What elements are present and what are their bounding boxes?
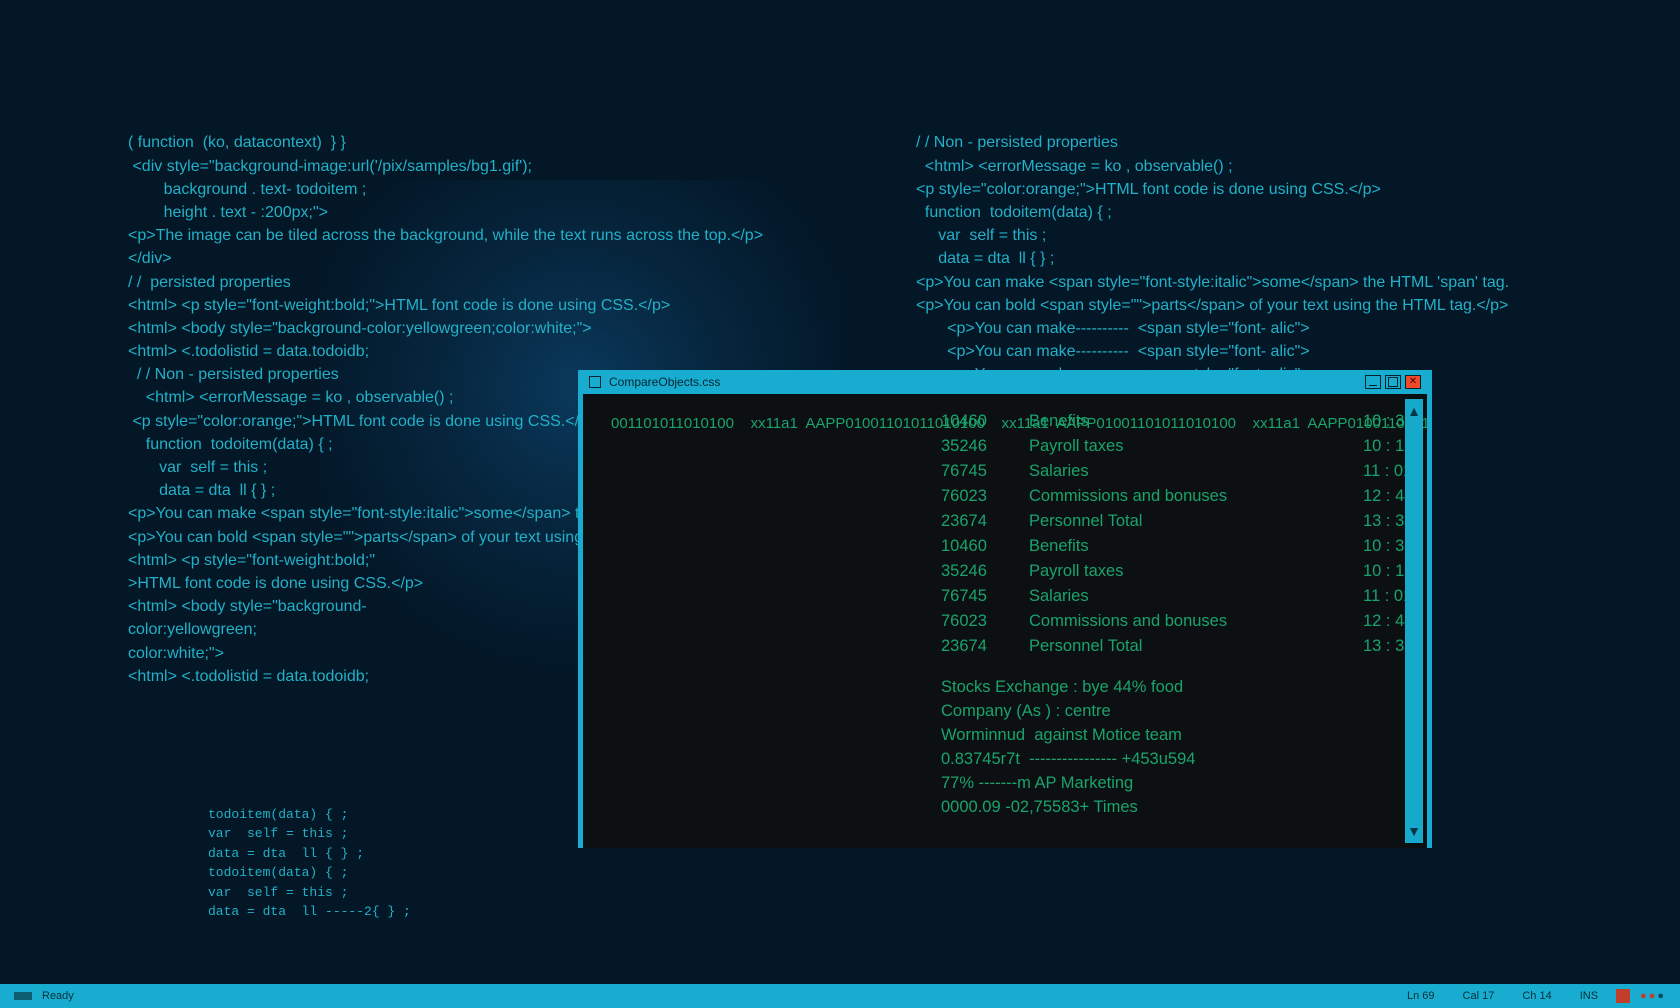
- code-line: height . text - :200px;">: [128, 201, 878, 224]
- status-ready-text: Ready: [42, 990, 74, 1002]
- ledger-row: 10460Benefits10 : 37NSA: [941, 537, 1427, 556]
- scroll-down-icon[interactable]: ▼: [1407, 819, 1421, 843]
- binary-dump-column: 001101011010100 xx11a1 AAPP0100110101101…: [611, 412, 931, 435]
- code-line: var self = this ;: [916, 224, 1536, 247]
- ledger-cell: Payroll taxes: [1029, 562, 1345, 581]
- code-line: <p>You can make---------- <span style="f…: [916, 340, 1536, 363]
- ledger-row: 35246Payroll taxes10 : 12NSA: [941, 562, 1427, 581]
- file-icon: [589, 376, 601, 388]
- compare-objects-dialog: CompareObjects.css 001101011010100 xx11a…: [578, 370, 1432, 848]
- maximize-button[interactable]: [1385, 375, 1401, 389]
- code-line: <html> <.todolistid = data.todoidb;: [128, 340, 878, 363]
- code-line: ( function (ko, datacontext) } }: [128, 131, 878, 154]
- ledger-cell: 76023: [941, 487, 1011, 506]
- ledger-row: 76745Salaries11 : 01NSA: [941, 587, 1427, 606]
- ledger-row: 76745Salaries11 : 01NSA: [941, 462, 1427, 481]
- status-column: Cal 17: [1463, 990, 1495, 1002]
- ledger-row: 76023Commissions and bonuses12 : 44NSA: [941, 612, 1427, 631]
- code-line: todoitem(data) { ;: [208, 863, 878, 883]
- status-ready-icon: [14, 992, 32, 1000]
- code-line: <html> <errorMessage = ko , observable()…: [916, 155, 1536, 178]
- code-line: var self = this ;: [208, 883, 878, 903]
- code-line: <p>You can make---------- <span style="f…: [916, 317, 1536, 340]
- code-line: <p>The image can be tiled across the bac…: [128, 224, 878, 247]
- ledger-cell: 76023: [941, 612, 1011, 631]
- status-insert: INS: [1580, 990, 1598, 1002]
- ledger-cell: Personnel Total: [1029, 512, 1345, 531]
- code-line: / / Non - persisted properties: [916, 131, 1536, 154]
- ledger-footer: Stocks Exchange : bye 44% food Company (…: [941, 676, 1427, 820]
- status-line: Ln 69: [1407, 990, 1435, 1002]
- ledger-column: 10460Benefits10 : 37NSA35246Payroll taxe…: [941, 412, 1427, 820]
- ledger-cell: 23674: [941, 637, 1011, 656]
- minimize-button[interactable]: [1365, 375, 1381, 389]
- ledger-cell: 10460: [941, 537, 1011, 556]
- code-line: data = dta ll { } ;: [916, 247, 1536, 270]
- ledger-cell: Personnel Total: [1029, 637, 1345, 656]
- code-line: background . text- todoitem ;: [128, 178, 878, 201]
- code-line: function todoitem(data) { ;: [916, 201, 1536, 224]
- close-button[interactable]: [1405, 375, 1421, 389]
- code-line: / / persisted properties: [128, 271, 878, 294]
- status-error-icon[interactable]: [1616, 989, 1630, 1003]
- status-char: Ch 14: [1522, 990, 1551, 1002]
- ledger-cell: 76745: [941, 587, 1011, 606]
- scroll-up-icon[interactable]: ▲: [1407, 399, 1421, 423]
- ledger-cell: Salaries: [1029, 462, 1345, 481]
- status-indicator-dots: ●●●: [1640, 990, 1666, 1002]
- ledger-cell: Benefits: [1029, 412, 1345, 431]
- ledger-cell: 76745: [941, 462, 1011, 481]
- ledger-row: 23674Personnel Total13 : 32NSA: [941, 637, 1427, 656]
- binary-dump-line: 001101011010100 xx11a1 AAPP01: [611, 415, 862, 432]
- ledger-cell: 23674: [941, 512, 1011, 531]
- ledger-cell: Commissions and bonuses: [1029, 612, 1345, 631]
- ledger-cell: Payroll taxes: [1029, 437, 1345, 456]
- ledger-row: 76023Commissions and bonuses12 : 44NSA: [941, 487, 1427, 506]
- dialog-titlebar[interactable]: CompareObjects.css: [583, 370, 1427, 394]
- code-line: <html> <body style="background-color:yel…: [128, 317, 878, 340]
- code-line: </div>: [128, 247, 878, 270]
- code-line: <div style="background-image:url('/pix/s…: [128, 155, 878, 178]
- status-bar: Ready Ln 69 Cal 17 Ch 14 INS ●●●: [0, 984, 1680, 1008]
- ledger-cell: Benefits: [1029, 537, 1345, 556]
- ledger-cell: Commissions and bonuses: [1029, 487, 1345, 506]
- ledger-cell: 35246: [941, 562, 1011, 581]
- code-line: <html> <p style="font-weight:bold;">HTML…: [128, 294, 878, 317]
- dialog-scrollbar[interactable]: ▲ ▼: [1405, 399, 1423, 843]
- code-line: <p style="color:orange;">HTML font code …: [916, 178, 1536, 201]
- ledger-cell: 35246: [941, 437, 1011, 456]
- code-line: data = dta ll -----2{ } ;: [208, 902, 878, 922]
- ledger-row: 10460Benefits10 : 37NSA: [941, 412, 1427, 431]
- ledger-row: 35246Payroll taxes10 : 12NSA: [941, 437, 1427, 456]
- ledger-cell: Salaries: [1029, 587, 1345, 606]
- code-line: <p>You can bold <span style="">parts</sp…: [916, 294, 1536, 317]
- ledger-cell: 10460: [941, 412, 1011, 431]
- dialog-title-text: CompareObjects.css: [609, 375, 720, 389]
- code-line: <p>You can make <span style="font-style:…: [916, 271, 1536, 294]
- ledger-row: 23674Personnel Total13 : 32NSA: [941, 512, 1427, 531]
- dialog-body: 001101011010100 xx11a1 AAPP0100110101101…: [583, 394, 1427, 848]
